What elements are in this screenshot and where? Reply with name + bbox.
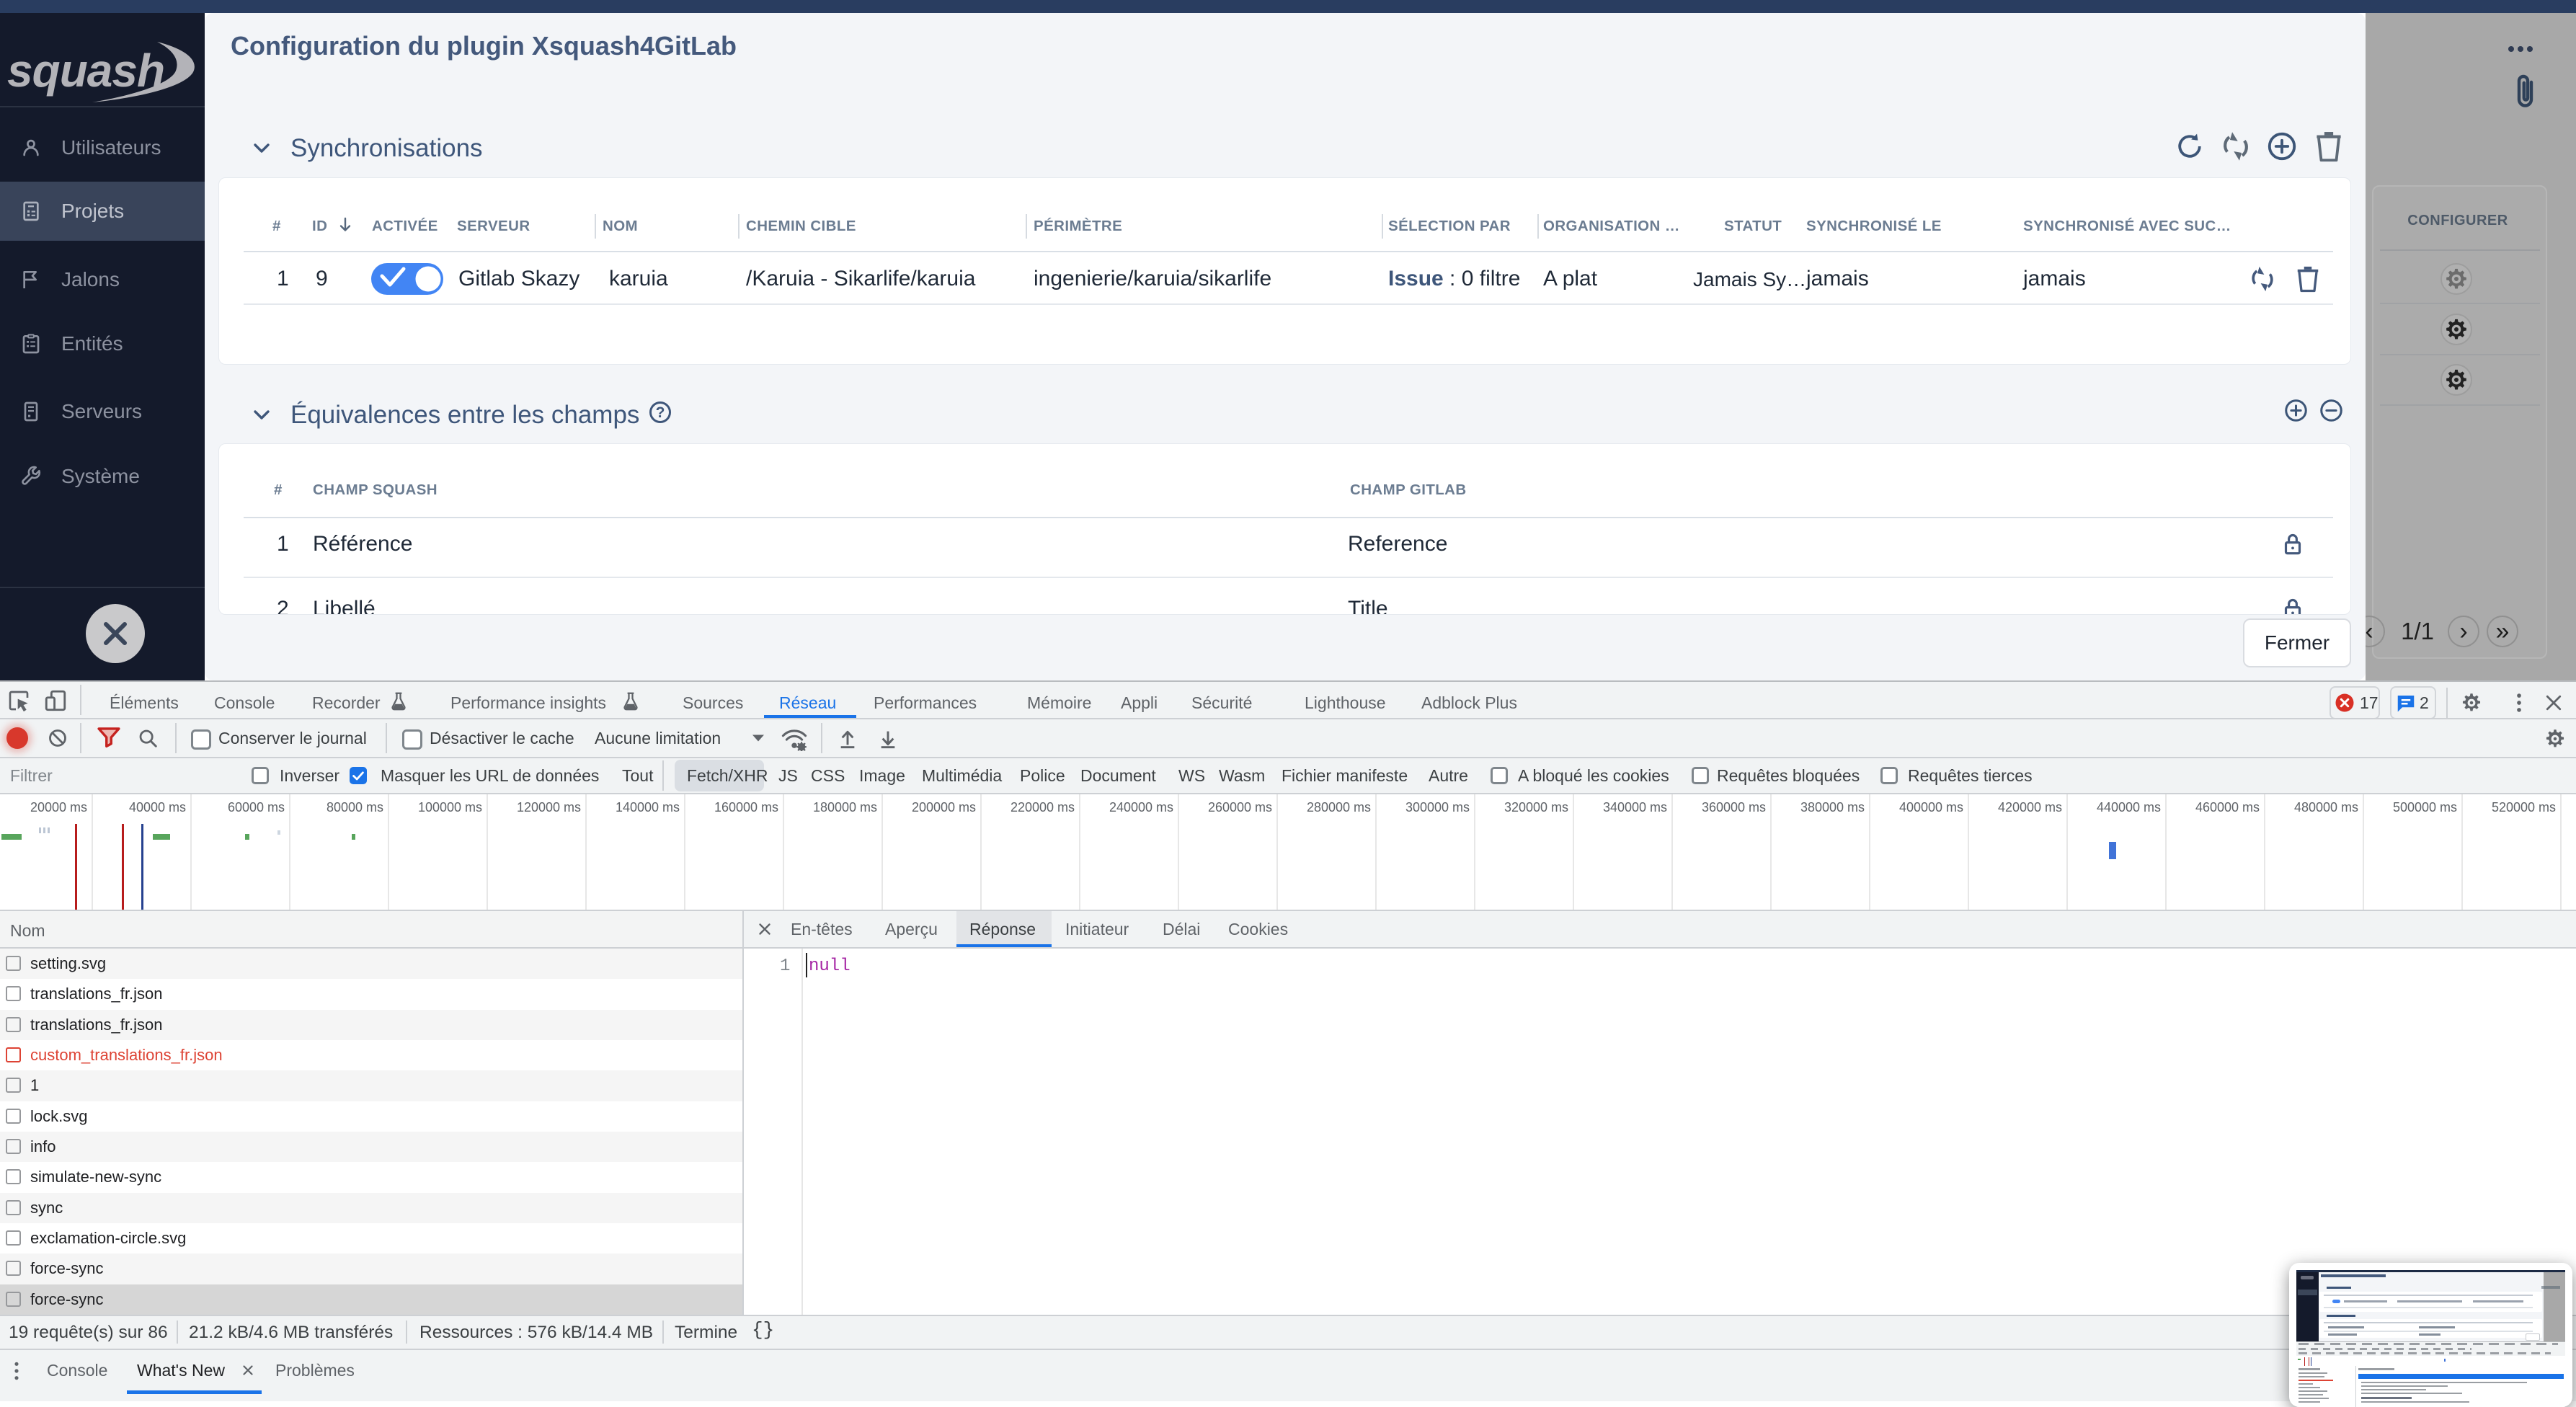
svg-text:squash: squash <box>7 45 164 97</box>
